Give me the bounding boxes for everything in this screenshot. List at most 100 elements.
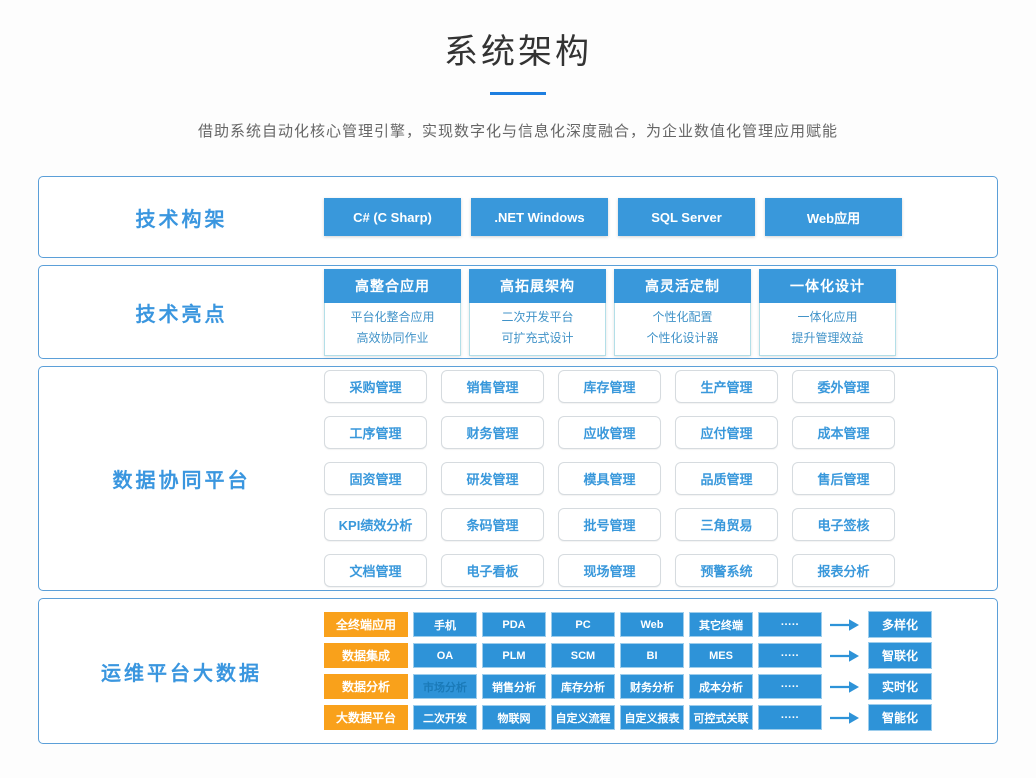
highlight-card-line: 一体化应用 xyxy=(760,307,895,328)
ops-item-button[interactable]: 财务分析 xyxy=(620,674,684,699)
platform-module-button[interactable]: 电子签核 xyxy=(792,508,895,541)
highlight-card-line: 二次开发平台 xyxy=(470,307,605,328)
ops-item-button[interactable]: 二次开发 xyxy=(413,705,477,730)
platform-module-button[interactable]: 成本管理 xyxy=(792,416,895,449)
ops-item-button[interactable]: ····· xyxy=(758,674,822,699)
ops-result-button[interactable]: 智联化 xyxy=(868,642,932,669)
platform-module-button[interactable]: 应收管理 xyxy=(558,416,661,449)
platform-module-button[interactable]: 销售管理 xyxy=(441,370,544,403)
platform-module-button[interactable]: 生产管理 xyxy=(675,370,778,403)
ops-result-button[interactable]: 实时化 xyxy=(868,673,932,700)
platform-module-button[interactable]: 批号管理 xyxy=(558,508,661,541)
arrow-right-icon xyxy=(830,711,860,725)
ops-item-button[interactable]: OA xyxy=(413,643,477,668)
page-subtitle: 借助系统自动化核心管理引擎，实现数字化与信息化深度融合，为企业数值化管理应用赋能 xyxy=(0,120,1036,141)
ops-item-button[interactable]: SCM xyxy=(551,643,615,668)
ops-category-button[interactable]: 数据分析 xyxy=(324,674,408,699)
highlight-card-line: 高效协同作业 xyxy=(325,328,460,349)
highlight-card-line: 可扩充式设计 xyxy=(470,328,605,349)
platform-module-button[interactable]: 工序管理 xyxy=(324,416,427,449)
highlight-card-line: 个性化配置 xyxy=(615,307,750,328)
highlight-card-header: 高拓展架构 xyxy=(469,269,606,303)
page-header: 系统架构 借助系统自动化核心管理引擎，实现数字化与信息化深度融合，为企业数值化管… xyxy=(0,0,1036,141)
platform-module-button[interactable]: 预警系统 xyxy=(675,554,778,587)
platform-module-button[interactable]: 固资管理 xyxy=(324,462,427,495)
architecture-diagram: 技术构架 C# (C Sharp) .NET Windows SQL Server W… xyxy=(38,176,998,744)
highlight-card-body: 二次开发平台可扩充式设计 xyxy=(469,303,606,356)
highlight-card-body: 平台化整合应用高效协同作业 xyxy=(324,303,461,356)
platform-module-button[interactable]: 财务管理 xyxy=(441,416,544,449)
platform-module-button[interactable]: 条码管理 xyxy=(441,508,544,541)
ops-category-button[interactable]: 全终端应用 xyxy=(324,612,408,637)
tech-framework-button[interactable]: Web应用 xyxy=(765,198,902,236)
platform-module-button[interactable]: 采购管理 xyxy=(324,370,427,403)
ops-item-button[interactable]: Web xyxy=(620,612,684,637)
ops-category-button[interactable]: 数据集成 xyxy=(324,643,408,668)
ops-row: 数据集成OAPLMSCMBIMES····· 智联化 xyxy=(324,642,932,669)
title-underline xyxy=(490,92,546,95)
highlight-card-header: 高灵活定制 xyxy=(614,269,751,303)
highlight-card-line: 平台化整合应用 xyxy=(325,307,460,328)
ops-item-button[interactable]: ····· xyxy=(758,643,822,668)
ops-row: 数据分析市场分析销售分析库存分析财务分析成本分析····· 实时化 xyxy=(324,673,932,700)
platform-module-button[interactable]: 应付管理 xyxy=(675,416,778,449)
section-tech-highlights: 技术亮点 高整合应用平台化整合应用高效协同作业高拓展架构二次开发平台可扩充式设计… xyxy=(38,265,998,359)
ops-item-button[interactable]: 其它终端 xyxy=(689,612,753,637)
ops-item-button[interactable]: ····· xyxy=(758,612,822,637)
ops-item-button[interactable]: 自定义流程 xyxy=(551,705,615,730)
platform-module-button[interactable]: 电子看板 xyxy=(441,554,544,587)
ops-item-button[interactable]: MES xyxy=(689,643,753,668)
ops-item-button[interactable]: 可控式关联 xyxy=(689,705,753,730)
tech-framework-button[interactable]: .NET Windows xyxy=(471,198,608,236)
ops-item-button[interactable]: 物联网 xyxy=(482,705,546,730)
ops-item-button[interactable]: ····· xyxy=(758,705,822,730)
ops-item-button[interactable]: 手机 xyxy=(413,612,477,637)
highlight-card: 一体化设计一体化应用提升管理效益 xyxy=(759,269,896,356)
section-ops-bigdata: 运维平台大数据 全终端应用手机PDAPCWeb其它终端·····多样化数据集成O… xyxy=(38,598,998,744)
platform-module-button[interactable]: 库存管理 xyxy=(558,370,661,403)
ops-bigdata-rows: 全终端应用手机PDAPCWeb其它终端·····多样化数据集成OAPLMSCMB… xyxy=(324,611,932,731)
ops-row: 大数据平台二次开发物联网自定义流程自定义报表可控式关联····· 智能化 xyxy=(324,704,932,731)
highlight-card-header: 一体化设计 xyxy=(759,269,896,303)
ops-row: 全终端应用手机PDAPCWeb其它终端····· 多样化 xyxy=(324,611,932,638)
tech-framework-button[interactable]: SQL Server xyxy=(618,198,755,236)
ops-result-button[interactable]: 智能化 xyxy=(868,704,932,731)
platform-module-button[interactable]: KPI绩效分析 xyxy=(324,508,427,541)
platform-module-button[interactable]: 三角贸易 xyxy=(675,508,778,541)
highlight-card-body: 个性化配置个性化设计器 xyxy=(614,303,751,356)
ops-item-button[interactable]: PC xyxy=(551,612,615,637)
platform-module-button[interactable]: 模具管理 xyxy=(558,462,661,495)
arrow-right-icon xyxy=(830,680,860,694)
ops-item-button[interactable]: 销售分析 xyxy=(482,674,546,699)
ops-item-button[interactable]: BI xyxy=(620,643,684,668)
highlight-card: 高灵活定制个性化配置个性化设计器 xyxy=(614,269,751,356)
tech-framework-button[interactable]: C# (C Sharp) xyxy=(324,198,461,236)
platform-module-button[interactable]: 现场管理 xyxy=(558,554,661,587)
highlight-card-line: 个性化设计器 xyxy=(615,328,750,349)
platform-module-button[interactable]: 品质管理 xyxy=(675,462,778,495)
section-label-tech-highlights: 技术亮点 xyxy=(39,298,324,327)
ops-item-button[interactable]: PDA xyxy=(482,612,546,637)
data-platform-grid: 采购管理销售管理库存管理生产管理委外管理工序管理财务管理应收管理应付管理成本管理… xyxy=(324,370,895,587)
arrow-right-icon xyxy=(830,649,860,663)
ops-category-button[interactable]: 大数据平台 xyxy=(324,705,408,730)
ops-result-button[interactable]: 多样化 xyxy=(868,611,932,638)
highlight-card: 高整合应用平台化整合应用高效协同作业 xyxy=(324,269,461,356)
ops-item-button[interactable]: 库存分析 xyxy=(551,674,615,699)
platform-module-button[interactable]: 研发管理 xyxy=(441,462,544,495)
section-label-tech-framework: 技术构架 xyxy=(39,203,324,232)
ops-item-button[interactable]: 自定义报表 xyxy=(620,705,684,730)
platform-module-button[interactable]: 文档管理 xyxy=(324,554,427,587)
section-tech-framework: 技术构架 C# (C Sharp) .NET Windows SQL Server W… xyxy=(38,176,998,258)
platform-module-button[interactable]: 报表分析 xyxy=(792,554,895,587)
tech-highlight-cards: 高整合应用平台化整合应用高效协同作业高拓展架构二次开发平台可扩充式设计高灵活定制… xyxy=(324,269,896,356)
ops-item-button[interactable]: 成本分析 xyxy=(689,674,753,699)
platform-module-button[interactable]: 售后管理 xyxy=(792,462,895,495)
highlight-card-header: 高整合应用 xyxy=(324,269,461,303)
highlight-card: 高拓展架构二次开发平台可扩充式设计 xyxy=(469,269,606,356)
section-label-ops-bigdata: 运维平台大数据 xyxy=(39,657,324,686)
ops-item-button[interactable]: PLM xyxy=(482,643,546,668)
page-title: 系统架构 xyxy=(0,24,1036,73)
ops-item-button[interactable]: 市场分析 xyxy=(413,674,477,699)
platform-module-button[interactable]: 委外管理 xyxy=(792,370,895,403)
